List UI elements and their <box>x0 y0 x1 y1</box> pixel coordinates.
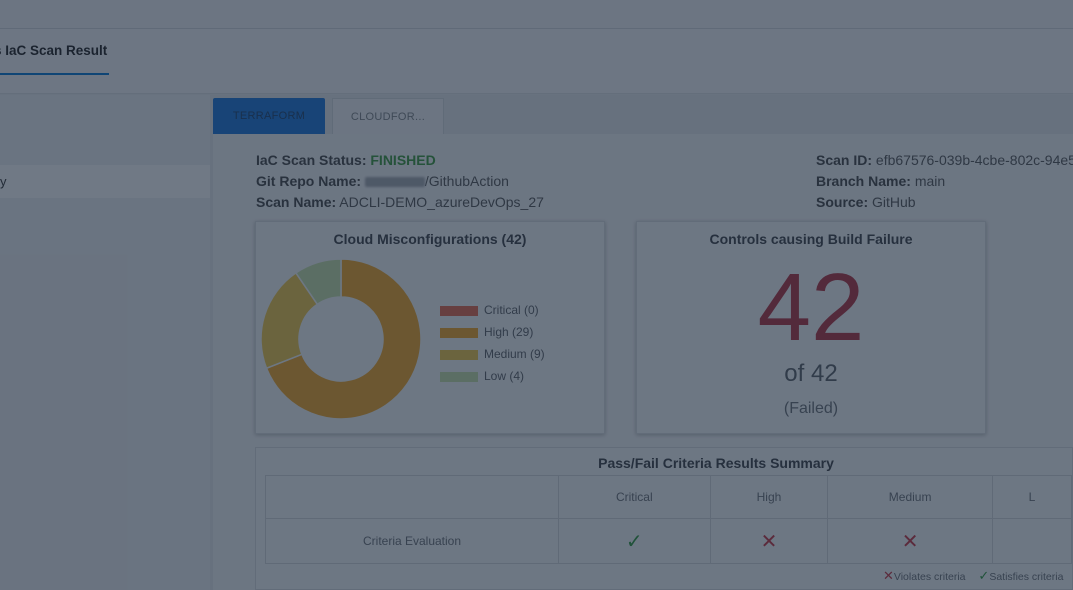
tab-terraform[interactable]: TERRAFORM <box>213 98 325 134</box>
total-controls: of 42 <box>784 360 838 387</box>
active-tab-indicator <box>0 73 109 75</box>
legend-swatch-medium <box>440 350 478 360</box>
criteria-summary-section: Pass/Fail Criteria Results Summary Criti… <box>255 447 1073 590</box>
scan-info-left: IaC Scan Status: FINISHED Git Repo Name:… <box>256 150 544 213</box>
repo-name-value: /GithubAction <box>424 173 509 189</box>
legend-label-medium: Medium (9) <box>484 347 545 361</box>
criteria-col-medium: Medium <box>827 475 993 519</box>
criteria-col-high: High <box>709 475 829 519</box>
misconfigurations-title: Cloud Misconfigurations (42) <box>333 231 527 247</box>
misconfigurations-donut-chart <box>261 259 422 420</box>
branch-value: main <box>914 173 946 189</box>
violates-cross-icon: ✕ <box>883 568 894 583</box>
criteria-row-label: Criteria Evaluation <box>264 518 560 564</box>
low-result-cell <box>991 518 1073 564</box>
build-failure-card: Controls causing Build Failure 42 of 42 … <box>636 221 986 434</box>
legend-label-low: Low (4) <box>484 369 525 383</box>
source-label: Source: <box>816 194 869 210</box>
scan-name-label: Scan Name: <box>256 194 337 210</box>
violates-label: Violates criteria <box>893 571 966 583</box>
scan-status-label: IaC Scan Status: <box>256 152 367 168</box>
branch-row: Branch Name: main <box>816 171 1073 192</box>
source-value: GitHub <box>872 194 916 210</box>
criteria-table: Critical High Medium L Criteria Evaluati… <box>264 475 1073 564</box>
criteria-col-blank <box>264 475 560 519</box>
legend-swatch-high <box>440 328 478 338</box>
criteria-header-row: Critical High Medium L <box>264 475 1073 519</box>
repo-name-label: Git Repo Name: <box>256 173 362 189</box>
satisfies-check-icon: ✓ <box>978 568 990 583</box>
criteria-col-low: L <box>991 475 1073 519</box>
tab-iac-scan-result[interactable]: s IaC Scan Result <box>0 43 107 58</box>
critical-result-check-icon: ✓ <box>558 518 711 564</box>
scan-id-row: Scan ID: efb67576-039b-4cbe-802c-94e5 <box>816 150 1073 171</box>
scan-id-label: Scan ID: <box>816 152 873 168</box>
build-status: (Failed) <box>783 400 839 417</box>
scan-name-row: Scan Name: ADCLI-DEMO_azureDevOps_27 <box>256 192 544 213</box>
table-row: Criteria Evaluation ✓ ✕ ✕ <box>264 518 1073 564</box>
repo-name-row: Git Repo Name: /GithubAction <box>256 171 544 192</box>
legend-swatch-critical <box>440 306 478 316</box>
criteria-legend: ✕Violates criteria ✓Satisfies criteria <box>883 568 1063 584</box>
criteria-summary-title: Pass/Fail Criteria Results Summary <box>598 455 834 471</box>
build-failure-title: Controls causing Build Failure <box>709 231 913 247</box>
sidebar-item-selected[interactable]: y <box>0 165 210 198</box>
satisfies-label: Satisfies criteria <box>989 571 1064 583</box>
failed-controls-count: 42 <box>757 254 865 361</box>
branch-label: Branch Name: <box>816 173 911 189</box>
scan-status-value: FINISHED <box>370 152 436 168</box>
redacted-owner <box>364 177 425 188</box>
sidebar: y <box>0 95 210 590</box>
scan-status-row: IaC Scan Status: FINISHED <box>256 150 544 171</box>
scan-info-right: Scan ID: efb67576-039b-4cbe-802c-94e5 Br… <box>816 150 1073 213</box>
source-row: Source: GitHub <box>816 192 1073 213</box>
high-result-cross-icon: ✕ <box>709 518 829 564</box>
sidebar-item-label: y <box>0 174 7 189</box>
legend-label-critical: Critical (0) <box>484 303 539 317</box>
page-tab-bar: s IaC Scan Result <box>0 29 1073 94</box>
top-bar <box>0 0 1073 29</box>
criteria-col-critical: Critical <box>558 475 711 519</box>
legend-swatch-low <box>440 372 478 382</box>
tab-cloudformation[interactable]: CLOUDFOR... <box>332 98 444 134</box>
medium-result-cross-icon: ✕ <box>827 518 993 564</box>
misconfigurations-card: Cloud Misconfigurations (42) Critical (0… <box>255 221 605 434</box>
scan-id-value: efb67576-039b-4cbe-802c-94e5 <box>875 152 1073 168</box>
legend-label-high: High (29) <box>484 325 534 339</box>
scan-name-value: ADCLI-DEMO_azureDevOps_27 <box>339 194 544 210</box>
